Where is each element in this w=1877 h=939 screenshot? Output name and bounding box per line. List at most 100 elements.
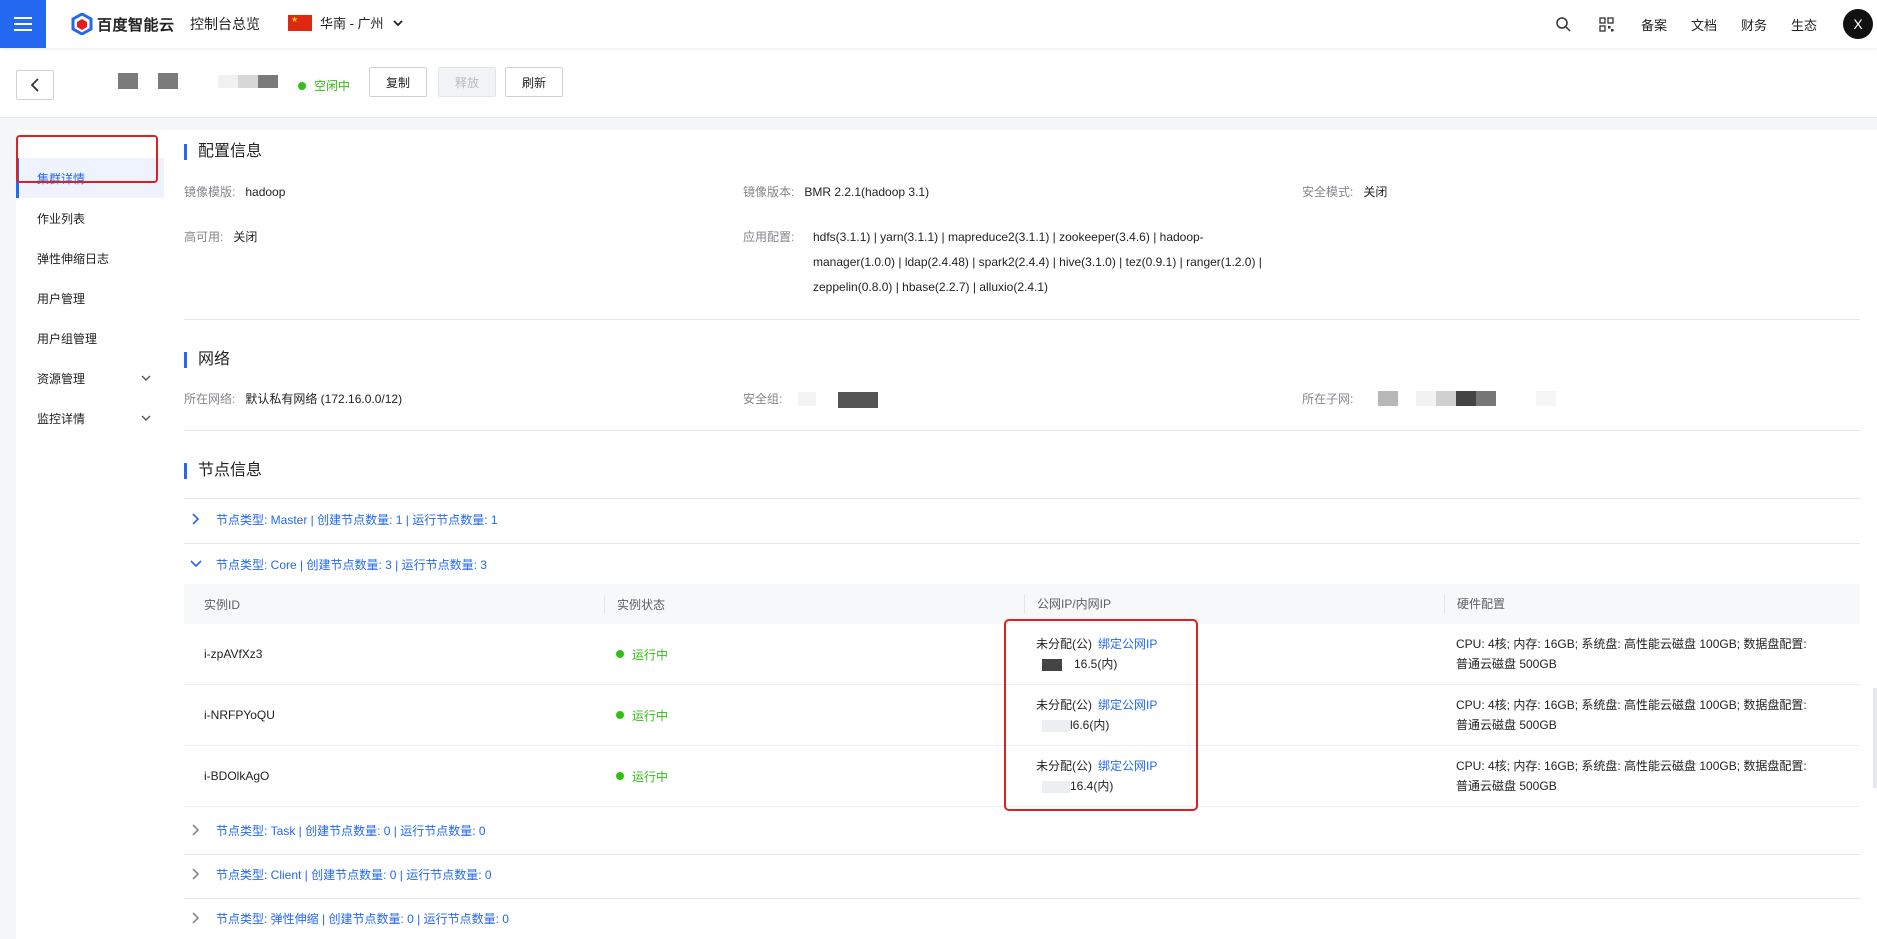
table-header: 实例ID 实例状态 公网IP/内网IP 硬件配置 bbox=[184, 584, 1860, 624]
field-label: 安全模式: bbox=[1302, 185, 1354, 199]
redacted-cluster-name bbox=[158, 73, 178, 89]
sidebar-item-label: 作业列表 bbox=[37, 211, 86, 226]
hardware-config: CPU: 4核; 内存: 16GB; 系统盘: 高性能云磁盘 100GB; 数据… bbox=[1444, 695, 1860, 735]
refresh-button[interactable]: 刷新 bbox=[505, 67, 563, 97]
hardware-line: 普通云磁盘 500GB bbox=[1456, 779, 1557, 793]
redacted-subnet bbox=[1536, 391, 1556, 406]
hardware-line: CPU: 4核; 内存: 16GB; 系统盘: 高性能云磁盘 100GB; 数据… bbox=[1456, 698, 1807, 712]
field-value: hadoop bbox=[245, 185, 286, 199]
node-group-client[interactable]: 节点类型: Client | 创建节点数量: 0 | 运行节点数量: 0 bbox=[184, 854, 1860, 894]
column-header-ip: 公网IP/内网IP bbox=[1024, 594, 1444, 614]
topbar-link-finance[interactable]: 财务 bbox=[1741, 15, 1767, 34]
image-version-field: 镜像版本: BMR 2.2.1(hadoop 3.1) bbox=[743, 180, 929, 205]
cluster-header: 空闲中 复制 释放 刷新 bbox=[0, 48, 1877, 118]
section-title-nodes: 节点信息 bbox=[184, 461, 262, 481]
sidebar-item-autoscaling-log[interactable]: 弹性伸缩日志 bbox=[16, 238, 164, 278]
node-group-autoscaling[interactable]: 节点类型: 弹性伸缩 | 创建节点数量: 0 | 运行节点数量: 0 bbox=[184, 898, 1860, 938]
annotation-highlight-box bbox=[16, 135, 158, 183]
subnet-field: 所在子网: bbox=[1302, 387, 1363, 412]
field-label: 所在网络: bbox=[184, 392, 236, 406]
column-header-hardware: 硬件配置 bbox=[1444, 594, 1860, 614]
hardware-line: CPU: 4核; 内存: 16GB; 系统盘: 高性能云磁盘 100GB; 数据… bbox=[1456, 759, 1807, 773]
field-label: 镜像版本: bbox=[743, 185, 795, 199]
instance-status: 运行中 bbox=[604, 768, 1024, 785]
app-config-line: manager(1.0.0) | ldap(2.4.48) | spark2(2… bbox=[813, 255, 1262, 269]
field-label: 高可用: bbox=[184, 230, 224, 244]
apps-button[interactable] bbox=[1585, 0, 1629, 48]
sidebar-item-usergroup-management[interactable]: 用户组管理 bbox=[16, 318, 164, 358]
column-header-instance-status: 实例状态 bbox=[604, 595, 1024, 613]
cluster-status: 空闲中 bbox=[298, 77, 350, 94]
top-right-actions: 备案 文档 财务 生态 X bbox=[1541, 0, 1877, 48]
hardware-line: 普通云磁盘 500GB bbox=[1456, 657, 1557, 671]
instance-id[interactable]: i-NRFPYoQU bbox=[184, 708, 604, 722]
redacted-cluster-id bbox=[258, 75, 278, 88]
chevron-down-icon bbox=[141, 375, 151, 381]
topbar-link-icp[interactable]: 备案 bbox=[1641, 15, 1667, 34]
sidebar-item-resource-management[interactable]: 资源管理 bbox=[16, 358, 164, 398]
sidebar: 集群详情 作业列表 弹性伸缩日志 用户管理 用户组管理 资源管理 监控详情 bbox=[16, 130, 164, 939]
annotation-highlight-box bbox=[1004, 619, 1198, 811]
sidebar-item-label: 弹性伸缩日志 bbox=[37, 251, 110, 266]
baidu-cloud-logo-icon bbox=[71, 13, 93, 35]
menu-button[interactable] bbox=[0, 0, 46, 48]
sidebar-item-label: 用户组管理 bbox=[37, 331, 98, 346]
brand-name: 百度智能云 bbox=[97, 16, 175, 34]
instance-status: 运行中 bbox=[604, 707, 1024, 724]
topbar-link-ecosystem[interactable]: 生态 bbox=[1791, 15, 1817, 34]
node-group-label: 节点类型: Master | 创建节点数量: 1 | 运行节点数量: 1 bbox=[216, 512, 498, 527]
node-group-label: 节点类型: Client | 创建节点数量: 0 | 运行节点数量: 0 bbox=[216, 867, 492, 882]
scrollbar[interactable] bbox=[1873, 688, 1877, 788]
user-avatar[interactable]: X bbox=[1843, 9, 1873, 39]
back-button[interactable] bbox=[16, 70, 54, 100]
hardware-config: CPU: 4核; 内存: 16GB; 系统盘: 高性能云磁盘 100GB; 数据… bbox=[1444, 756, 1860, 796]
section-title-config: 配置信息 bbox=[184, 142, 262, 162]
redacted-subnet bbox=[1416, 391, 1436, 406]
redacted-subnet bbox=[1476, 391, 1496, 406]
region-selector[interactable]: 华南 - 广州 bbox=[288, 13, 404, 32]
node-group-core[interactable]: 节点类型: Core | 创建节点数量: 3 | 运行节点数量: 3 bbox=[184, 544, 1860, 584]
security-group-field: 安全组: bbox=[743, 387, 792, 412]
status-text: 运行中 bbox=[632, 769, 669, 784]
search-button[interactable] bbox=[1541, 0, 1585, 48]
redacted-cluster-name bbox=[118, 73, 138, 89]
redacted-security-group bbox=[798, 392, 816, 406]
section-title-network: 网络 bbox=[184, 350, 230, 370]
status-dot-icon bbox=[616, 711, 624, 719]
status-dot-icon bbox=[616, 772, 624, 780]
node-group-master[interactable]: 节点类型: Master | 创建节点数量: 1 | 运行节点数量: 1 bbox=[184, 499, 1860, 539]
instance-status: 运行中 bbox=[604, 646, 1024, 663]
instance-id[interactable]: i-BDOlkAgO bbox=[184, 769, 604, 783]
redacted-cluster-id bbox=[218, 75, 238, 88]
instance-id[interactable]: i-zpAVfXz3 bbox=[184, 647, 604, 661]
brand-logo[interactable]: 百度智能云 bbox=[71, 11, 175, 37]
high-availability-field: 高可用: 关闭 bbox=[184, 225, 257, 250]
topbar-link-docs[interactable]: 文档 bbox=[1691, 15, 1717, 34]
chevron-right-icon bbox=[192, 868, 200, 880]
hardware-line: 普通云磁盘 500GB bbox=[1456, 718, 1557, 732]
console-overview-link[interactable]: 控制台总览 bbox=[190, 14, 260, 34]
sidebar-item-job-list[interactable]: 作业列表 bbox=[16, 198, 164, 238]
sidebar-item-user-management[interactable]: 用户管理 bbox=[16, 278, 164, 318]
node-group-label: 节点类型: Core | 创建节点数量: 3 | 运行节点数量: 3 bbox=[216, 557, 487, 572]
sidebar-item-label: 监控详情 bbox=[37, 411, 86, 426]
redacted-security-group bbox=[838, 392, 878, 408]
hardware-line: CPU: 4核; 内存: 16GB; 系统盘: 高性能云磁盘 100GB; 数据… bbox=[1456, 637, 1807, 651]
chevron-right-icon bbox=[192, 824, 200, 836]
chevron-down-icon bbox=[392, 19, 403, 26]
release-button[interactable]: 释放 bbox=[438, 67, 496, 97]
field-value: BMR 2.2.1(hadoop 3.1) bbox=[804, 185, 930, 199]
app-config-field: 应用配置: bbox=[743, 225, 804, 250]
status-text: 运行中 bbox=[632, 708, 669, 723]
redacted-subnet bbox=[1456, 391, 1476, 406]
node-group-task[interactable]: 节点类型: Task | 创建节点数量: 0 | 运行节点数量: 0 bbox=[184, 810, 1860, 850]
copy-button[interactable]: 复制 bbox=[369, 67, 427, 97]
sidebar-item-monitoring[interactable]: 监控详情 bbox=[16, 398, 164, 438]
node-group-label: 节点类型: Task | 创建节点数量: 0 | 运行节点数量: 0 bbox=[216, 823, 486, 838]
chevron-left-icon bbox=[30, 78, 39, 92]
app-config-value: hdfs(3.1.1) | yarn(3.1.1) | mapreduce2(3… bbox=[813, 225, 1313, 300]
section-divider bbox=[184, 319, 1860, 320]
redacted-subnet bbox=[1378, 391, 1398, 406]
chevron-down-icon bbox=[190, 560, 202, 568]
app-config-line: zeppelin(0.8.0) | hbase(2.2.7) | alluxio… bbox=[813, 280, 1049, 294]
